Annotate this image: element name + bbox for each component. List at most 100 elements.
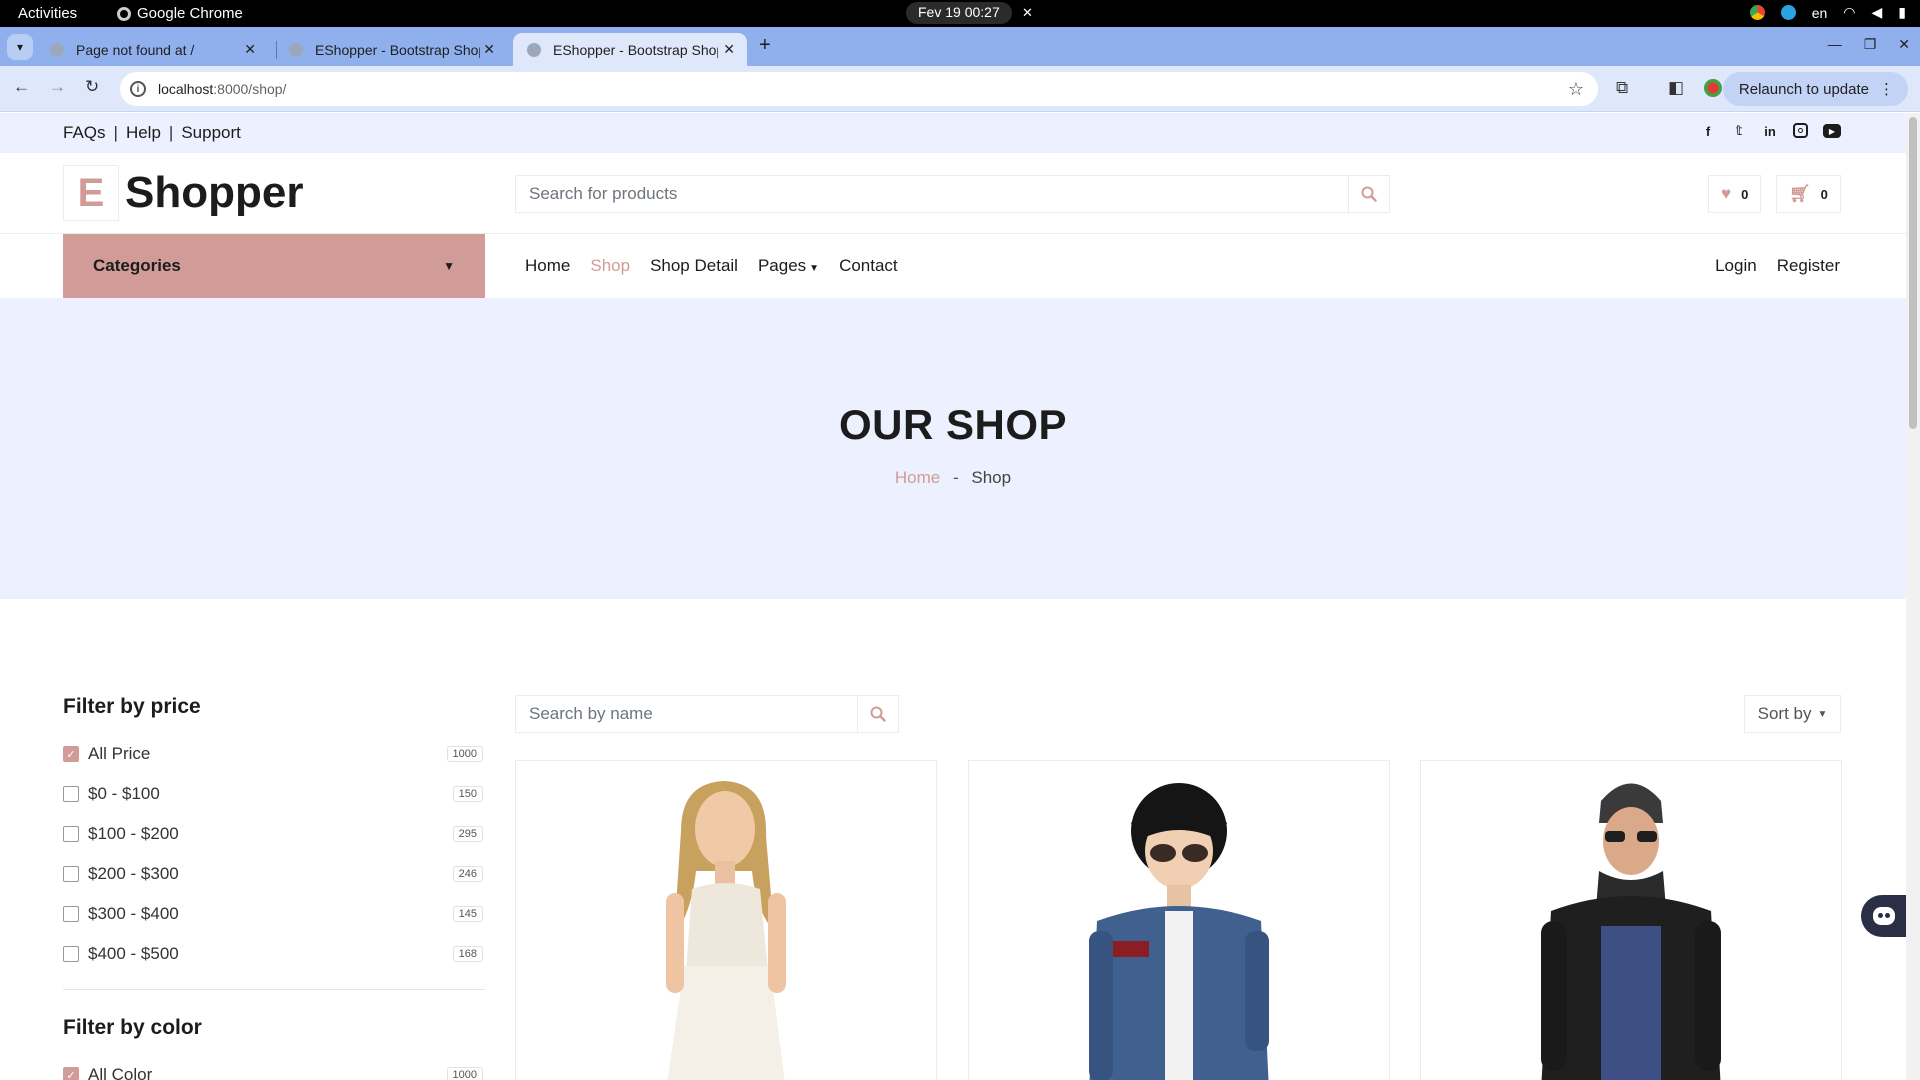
breadcrumb-current: Shop: [971, 468, 1012, 487]
navigation-row: Categories ▼ Home Shop Shop Detail Pages…: [0, 234, 1906, 298]
tab-favicon: [289, 42, 303, 57]
tab-favicon: [527, 42, 541, 57]
close-window-icon[interactable]: ✕: [1898, 36, 1910, 53]
tab-search-button[interactable]: ▾: [7, 34, 33, 60]
chrome-menu-icon[interactable]: ⋮: [1879, 80, 1894, 98]
checkbox[interactable]: [63, 786, 79, 802]
site-topbar: FAQs | Help | Support f 𝕥 in ▶: [0, 113, 1906, 153]
close-tab-icon[interactable]: ✕: [723, 41, 735, 58]
nav-shop[interactable]: Shop: [590, 256, 630, 276]
breadcrumb: Home - Shop: [0, 468, 1906, 488]
nav-home[interactable]: Home: [525, 256, 570, 276]
instagram-icon[interactable]: [1793, 123, 1808, 138]
filter-label: All Color: [88, 1065, 153, 1080]
product-card[interactable]: [1420, 760, 1842, 1080]
language-indicator[interactable]: en: [1812, 5, 1828, 21]
minimize-icon[interactable]: —: [1828, 36, 1842, 53]
product-image-woman-dress[interactable]: [516, 761, 937, 1080]
checkbox[interactable]: [63, 826, 79, 842]
cart-button[interactable]: 🛒︎ 0: [1776, 175, 1841, 213]
chatbot-launcher[interactable]: [1861, 895, 1906, 937]
close-tab-icon[interactable]: ✕: [483, 41, 495, 58]
tab-strip: ▾ Page not found at / ✕ EShopper - Boots…: [0, 27, 1920, 66]
price-filter-all[interactable]: ✓ All Price 1000: [63, 742, 485, 766]
checkbox[interactable]: [63, 866, 79, 882]
scrollbar-thumb[interactable]: [1909, 117, 1917, 429]
register-link[interactable]: Register: [1777, 256, 1840, 276]
telegram-icon[interactable]: [1780, 5, 1796, 20]
categories-dropdown[interactable]: Categories ▼: [63, 234, 485, 298]
search-icon[interactable]: [1348, 176, 1389, 212]
activities-button[interactable]: Activities: [18, 5, 77, 22]
product-image-man-leather-jacket[interactable]: [1421, 761, 1842, 1080]
chrome-icon: [117, 6, 131, 21]
youtube-icon[interactable]: ▶: [1823, 124, 1841, 138]
nav-shop-detail[interactable]: Shop Detail: [650, 256, 738, 276]
search-icon[interactable]: [857, 696, 898, 732]
checkbox-checked[interactable]: ✓: [63, 1067, 79, 1080]
product-search: [515, 175, 1390, 213]
price-filter-400-500[interactable]: $400 - $500 168: [63, 942, 485, 966]
product-search-input[interactable]: [516, 176, 1348, 212]
name-search-input[interactable]: [516, 696, 857, 732]
restore-icon[interactable]: ❐: [1864, 36, 1877, 53]
linkedin-icon[interactable]: in: [1762, 123, 1778, 139]
product-image-boy-denim-jacket[interactable]: [969, 761, 1390, 1080]
help-link[interactable]: Help: [126, 123, 161, 143]
filter-label: $200 - $300: [88, 864, 179, 883]
site-info-icon[interactable]: i: [130, 81, 146, 97]
relaunch-to-update-button[interactable]: Relaunch to update ⋮: [1722, 72, 1908, 106]
address-bar[interactable]: i localhost:8000/shop/ ☆: [120, 72, 1598, 106]
bookmark-star-icon[interactable]: ☆: [1568, 79, 1584, 100]
nav-pages[interactable]: Pages ▼: [758, 256, 819, 276]
price-filter-0-100[interactable]: $0 - $100 150: [63, 782, 485, 806]
price-filter-100-200[interactable]: $100 - $200 295: [63, 822, 485, 846]
clock[interactable]: Fev 19 00:27: [906, 2, 1012, 24]
extensions-icon[interactable]: ⧉: [1616, 78, 1628, 98]
back-icon[interactable]: ←: [13, 77, 30, 97]
wishlist-button[interactable]: ♥ 0: [1708, 175, 1762, 213]
support-link[interactable]: Support: [181, 123, 241, 143]
checkbox[interactable]: [63, 946, 79, 962]
twitter-icon[interactable]: 𝕥: [1731, 123, 1747, 139]
close-tab-icon[interactable]: ✕: [244, 41, 256, 58]
sort-by-dropdown[interactable]: Sort by ▼: [1744, 695, 1841, 733]
wifi-icon[interactable]: ◠: [1843, 4, 1855, 21]
top-links: FAQs | Help | Support: [63, 123, 241, 143]
side-panel-icon[interactable]: ◧: [1668, 78, 1684, 98]
facebook-icon[interactable]: f: [1700, 123, 1716, 139]
forward-icon[interactable]: →: [49, 77, 66, 97]
app-menu[interactable]: Google Chrome: [117, 5, 243, 22]
checkbox[interactable]: [63, 906, 79, 922]
product-card[interactable]: [968, 760, 1390, 1080]
price-filter-200-300[interactable]: $200 - $300 246: [63, 862, 485, 886]
system-top-bar: Activities Google Chrome Fev 19 00:27 ✕ …: [0, 0, 1920, 27]
tab-page-not-found[interactable]: Page not found at / ✕: [36, 33, 268, 66]
page-scrollbar[interactable]: [1906, 113, 1920, 1080]
profile-extension-icon[interactable]: [1704, 79, 1722, 102]
battery-icon[interactable]: ▮: [1898, 4, 1906, 21]
chrome-tray-icon[interactable]: [1749, 5, 1765, 20]
system-tray[interactable]: en ◠ ◀ ▮: [1749, 4, 1906, 21]
site-logo[interactable]: E Shopper: [63, 165, 303, 221]
nav-contact[interactable]: Contact: [839, 256, 898, 276]
faqs-link[interactable]: FAQs: [63, 123, 106, 143]
checkbox-checked[interactable]: ✓: [63, 746, 79, 762]
volume-icon[interactable]: ◀: [1872, 4, 1883, 21]
tab-eshopper-1[interactable]: EShopper - Bootstrap Shop Template ✕: [275, 33, 507, 66]
url-text[interactable]: localhost:8000/shop/: [158, 81, 286, 97]
login-link[interactable]: Login: [1715, 256, 1757, 276]
product-card[interactable]: [515, 760, 937, 1080]
reload-icon[interactable]: ↻: [85, 77, 99, 97]
filter-label: $0 - $100: [88, 784, 160, 803]
tab-eshopper-active[interactable]: EShopper - Bootstrap Shop Template ✕: [513, 33, 747, 66]
auth-links: Login Register: [1715, 256, 1840, 276]
wishlist-count: 0: [1741, 186, 1749, 202]
tab-title: Page not found at /: [76, 41, 195, 58]
filter-count-badge: 246: [452, 866, 483, 882]
new-tab-button[interactable]: +: [759, 34, 771, 57]
color-filter-all[interactable]: ✓ All Color 1000: [63, 1063, 485, 1080]
price-filter-300-400[interactable]: $300 - $400 145: [63, 902, 485, 926]
nav-pages-label: Pages: [757, 256, 807, 275]
breadcrumb-home[interactable]: Home: [895, 468, 940, 487]
